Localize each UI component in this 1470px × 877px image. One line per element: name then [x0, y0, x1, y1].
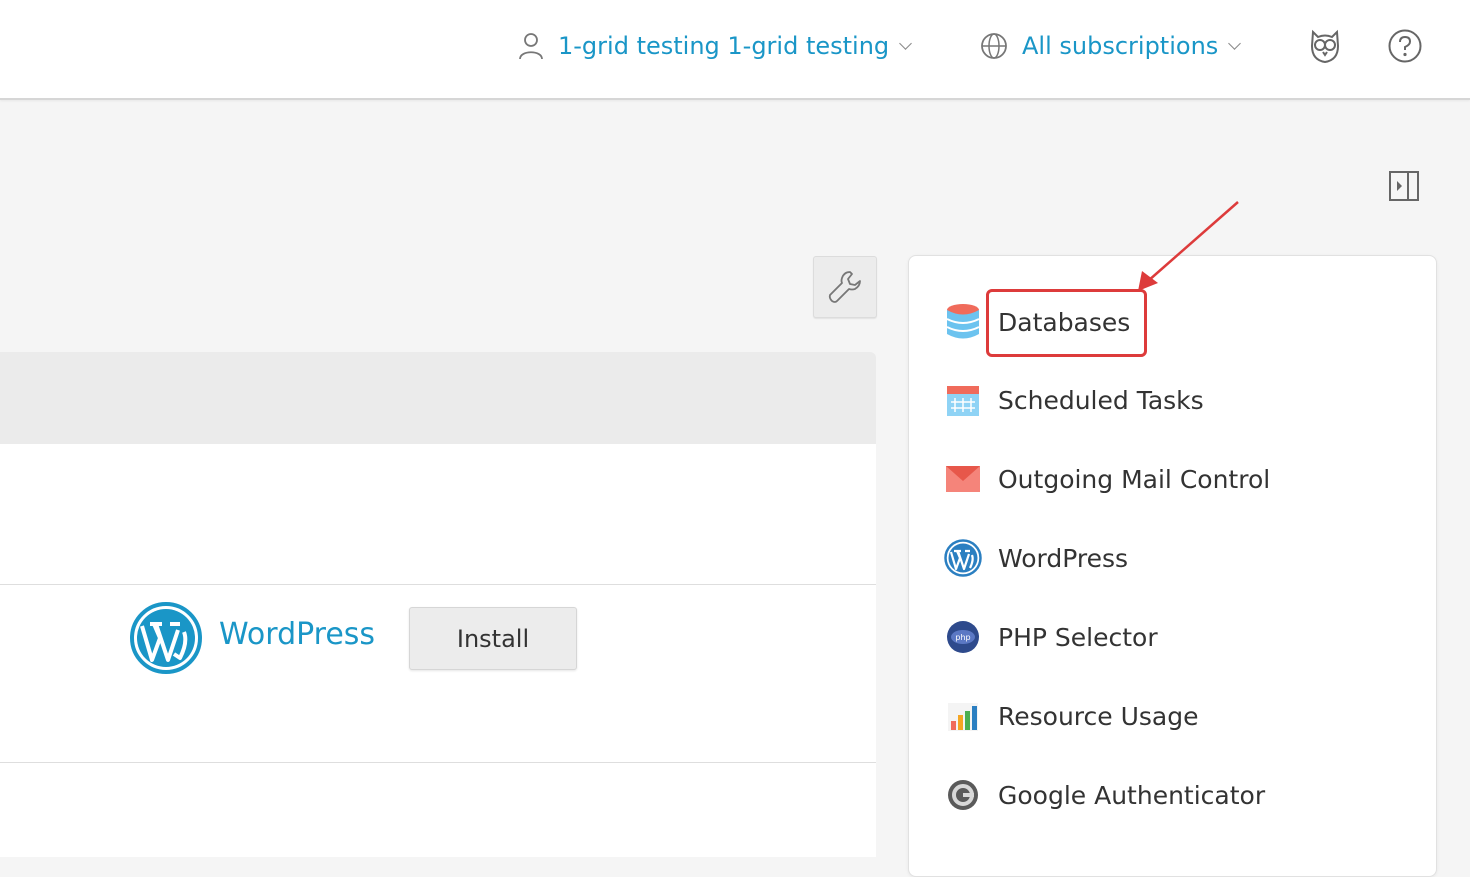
collapse-panel-icon[interactable] [1388, 170, 1420, 202]
main-content-card: WordPress Install [0, 352, 876, 857]
tool-item-php-selector[interactable]: php PHP Selector [943, 612, 1158, 662]
tool-item-label: PHP Selector [998, 622, 1158, 652]
help-icon[interactable] [1385, 26, 1425, 66]
tool-item-label: WordPress [998, 543, 1129, 573]
chevron-down-icon [1228, 36, 1242, 50]
top-bar: 1-grid testing 1-grid testing All subscr… [0, 0, 1470, 100]
tool-item-label: Databases [998, 307, 1131, 337]
app-name-link[interactable]: WordPress [219, 617, 375, 652]
google-authenticator-icon [943, 775, 983, 815]
tool-item-label: Google Authenticator [998, 780, 1266, 810]
tool-item-google-authenticator[interactable]: Google Authenticator [943, 770, 1265, 820]
user-menu[interactable]: 1-grid testing 1-grid testing [518, 26, 913, 66]
tool-item-databases[interactable]: Databases [943, 297, 1130, 347]
tool-item-label: Scheduled Tasks [998, 385, 1204, 415]
tool-item-scheduled-tasks[interactable]: Scheduled Tasks [943, 375, 1204, 425]
tool-item-resource-usage[interactable]: Resource Usage [943, 691, 1199, 741]
wordpress-logo-icon [130, 602, 202, 674]
database-icon [943, 302, 983, 342]
svg-text:php: php [955, 633, 970, 642]
tool-item-label: Outgoing Mail Control [998, 464, 1271, 494]
subscriptions-menu[interactable]: All subscriptions [980, 26, 1242, 66]
owl-icon[interactable] [1305, 26, 1345, 66]
card-row [0, 763, 876, 857]
bar-chart-icon [943, 696, 983, 736]
card-header [0, 352, 876, 444]
chevron-down-icon [899, 36, 913, 50]
tool-item-outgoing-mail-control[interactable]: Outgoing Mail Control [943, 454, 1270, 504]
tool-item-label: Resource Usage [998, 701, 1199, 731]
tool-item-wordpress[interactable]: WordPress [943, 533, 1128, 583]
install-button[interactable]: Install [409, 607, 577, 670]
subscriptions-menu-label: All subscriptions [1022, 32, 1219, 60]
app-install-row: WordPress Install [0, 585, 876, 763]
wordpress-icon [943, 538, 983, 578]
wrench-icon [828, 271, 861, 303]
globe-icon [981, 33, 1007, 59]
user-icon [519, 33, 543, 60]
customize-wrench-button[interactable] [813, 256, 877, 318]
user-menu-label: 1-grid testing 1-grid testing [558, 32, 890, 60]
card-row [0, 444, 876, 585]
tools-panel: Databases Scheduled Tasks Outgoing Mail … [908, 255, 1437, 877]
mail-icon [943, 459, 983, 499]
calendar-icon [943, 380, 983, 420]
php-icon: php [943, 617, 983, 657]
